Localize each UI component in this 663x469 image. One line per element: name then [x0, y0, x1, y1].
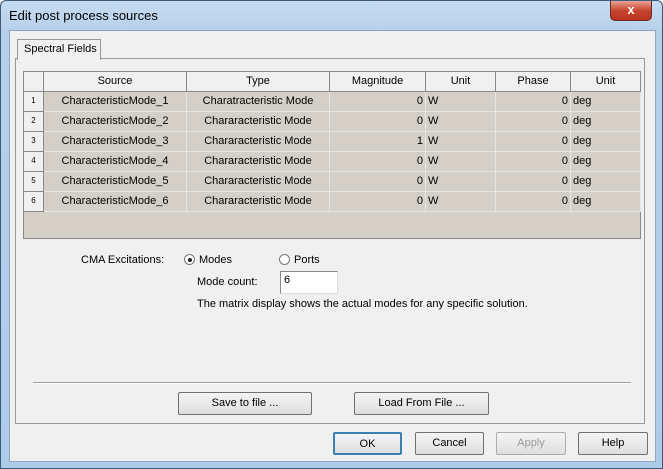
- cma-excitations-label: CMA Excitations:: [81, 254, 165, 266]
- grid-cell-mag-unit[interactable]: W: [426, 132, 496, 152]
- grid-cell-magnitude[interactable]: 0: [330, 92, 426, 112]
- row-header[interactable]: 2: [24, 112, 44, 132]
- grid-cell-mag-unit[interactable]: W: [426, 172, 496, 192]
- info-text: The matrix display shows the actual mode…: [197, 298, 528, 310]
- row-header[interactable]: 1: [24, 92, 44, 112]
- grid-cell-phase-unit[interactable]: deg: [571, 192, 641, 212]
- ports-radio[interactable]: [279, 254, 290, 265]
- grid-cell-phase-unit[interactable]: deg: [571, 92, 641, 112]
- grid-cell-phase[interactable]: 0: [496, 92, 571, 112]
- grid-cell-phase-unit[interactable]: deg: [571, 172, 641, 192]
- mode-count-label: Mode count:: [197, 276, 258, 288]
- grid-cell-phase[interactable]: 0: [496, 192, 571, 212]
- ports-radio-label[interactable]: Ports: [294, 254, 320, 266]
- load-from-file-button[interactable]: Load From File ...: [354, 392, 489, 415]
- cancel-button[interactable]: Cancel: [415, 432, 484, 455]
- row-header[interactable]: 3: [24, 132, 44, 152]
- grid-cell-type[interactable]: Chararacteristic Mode: [187, 152, 330, 172]
- grid-cell-mag-unit[interactable]: W: [426, 112, 496, 132]
- close-button[interactable]: x: [610, 1, 652, 21]
- grid-cell-phase[interactable]: 0: [496, 112, 571, 132]
- grid-cell-mag-unit[interactable]: W: [426, 92, 496, 112]
- separator: [33, 382, 631, 384]
- row-header[interactable]: 4: [24, 152, 44, 172]
- grid-cell-type[interactable]: Chararacteristic Mode: [187, 172, 330, 192]
- grid-cell-phase-unit[interactable]: deg: [571, 112, 641, 132]
- grid-cell-mag-unit[interactable]: W: [426, 152, 496, 172]
- row-header[interactable]: 6: [24, 192, 44, 212]
- grid-cell-type[interactable]: Chararacteristic Mode: [187, 192, 330, 212]
- row-header[interactable]: 5: [24, 172, 44, 192]
- grid-cell-magnitude[interactable]: 0: [330, 152, 426, 172]
- modes-radio[interactable]: [184, 254, 195, 265]
- grid-cell-phase-unit[interactable]: deg: [571, 132, 641, 152]
- column-header[interactable]: Magnitude: [330, 72, 426, 92]
- apply-button[interactable]: Apply: [496, 432, 566, 455]
- column-header[interactable]: Source: [44, 72, 187, 92]
- grid-cell-source[interactable]: CharacteristicMode_6: [44, 192, 187, 212]
- column-header[interactable]: Unit: [426, 72, 496, 92]
- ok-button[interactable]: OK: [333, 432, 402, 455]
- column-header[interactable]: Type: [187, 72, 330, 92]
- grid-cell-phase[interactable]: 0: [496, 172, 571, 192]
- grid-cell-phase[interactable]: 0: [496, 152, 571, 172]
- grid-cell-type[interactable]: Chararacteristic Mode: [187, 132, 330, 152]
- grid-cell-magnitude[interactable]: 1: [330, 132, 426, 152]
- grid-cell-phase[interactable]: 0: [496, 132, 571, 152]
- grid-cell-mag-unit[interactable]: W: [426, 192, 496, 212]
- sources-grid: Source Type Magnitude Unit Phase Unit 1 Charact…: [23, 71, 641, 239]
- column-header[interactable]: Unit: [571, 72, 641, 92]
- grid-cell-phase-unit[interactable]: deg: [571, 152, 641, 172]
- grid-cell-source[interactable]: CharacteristicMode_2: [44, 112, 187, 132]
- dialog-window: Edit post process sources x Spectral Fie…: [0, 0, 663, 469]
- tab-spectral-fields[interactable]: Spectral Fields: [17, 39, 101, 60]
- grid-cell-source[interactable]: CharacteristicMode_5: [44, 172, 187, 192]
- mode-count-input[interactable]: 6: [280, 271, 338, 294]
- window-title: Edit post process sources: [9, 8, 158, 23]
- grid-cell-source[interactable]: CharacteristicMode_4: [44, 152, 187, 172]
- grid-corner: [24, 72, 44, 92]
- save-to-file-button[interactable]: Save to file ...: [178, 392, 312, 415]
- grid-cell-type[interactable]: Chararacteristic Mode: [187, 112, 330, 132]
- modes-radio-label[interactable]: Modes: [199, 254, 232, 266]
- column-header[interactable]: Phase: [496, 72, 571, 92]
- client-area: Spectral Fields Source Type Magnitude Unit P…: [9, 30, 656, 462]
- grid-cell-type[interactable]: Charatracteristic Mode: [187, 92, 330, 112]
- grid-cell-magnitude[interactable]: 0: [330, 172, 426, 192]
- grid-cell-magnitude[interactable]: 0: [330, 192, 426, 212]
- grid-cell-source[interactable]: CharacteristicMode_3: [44, 132, 187, 152]
- help-button[interactable]: Help: [578, 432, 648, 455]
- grid-cell-source[interactable]: CharacteristicMode_1: [44, 92, 187, 112]
- grid-cell-magnitude[interactable]: 0: [330, 112, 426, 132]
